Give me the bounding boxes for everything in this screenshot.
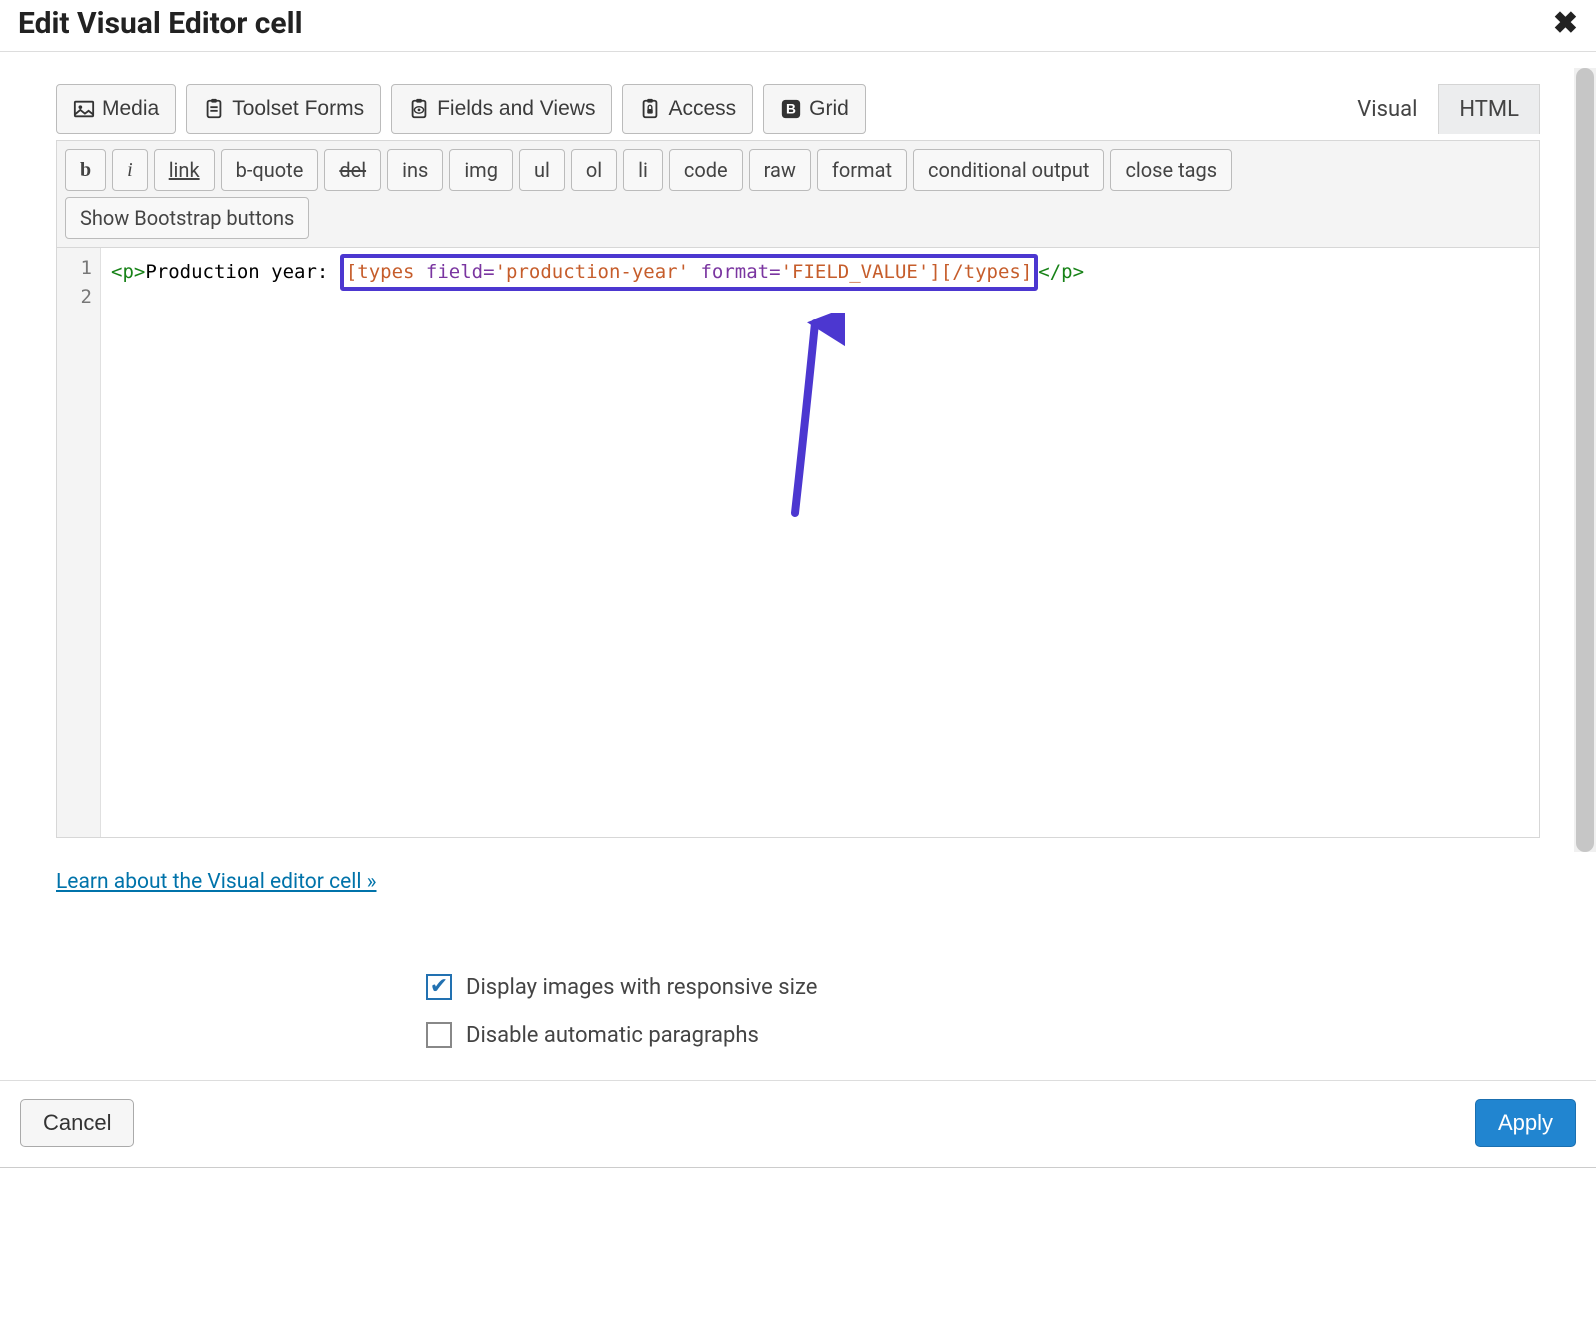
- sc-eq: =: [483, 261, 494, 283]
- svg-text:B: B: [786, 102, 796, 117]
- bootstrap-b-icon: B: [780, 98, 802, 120]
- grid-label: Grid: [809, 96, 849, 121]
- cancel-button[interactable]: Cancel: [20, 1099, 134, 1147]
- option-disable-autop[interactable]: ✔ Disable automatic paragraphs: [426, 1022, 1540, 1048]
- sc-bracket: ]: [929, 261, 940, 283]
- apply-button[interactable]: Apply: [1475, 1099, 1576, 1147]
- code-textarea[interactable]: <p>Production year: [types field='produc…: [101, 248, 1539, 837]
- image-icon: [73, 98, 95, 120]
- toolset-forms-label: Toolset Forms: [232, 96, 364, 121]
- option-responsive-images[interactable]: ✔ Display images with responsive size: [426, 974, 1540, 1000]
- options-group: ✔ Display images with responsive size ✔ …: [426, 974, 1540, 1048]
- modal-title: Edit Visual Editor cell: [18, 6, 303, 41]
- option-label: Disable automatic paragraphs: [466, 1023, 759, 1048]
- show-bootstrap-buttons-button[interactable]: Show Bootstrap buttons: [65, 197, 309, 239]
- conditional-output-button[interactable]: conditional output: [913, 149, 1104, 191]
- line-number: 2: [57, 283, 92, 312]
- checkbox-unchecked-icon[interactable]: ✔: [426, 1022, 452, 1048]
- bquote-button[interactable]: b-quote: [221, 149, 319, 191]
- tag-close-p: </p>: [1038, 261, 1084, 283]
- tag-open-p: <p>: [111, 261, 145, 283]
- code-text: Production year:: [145, 261, 339, 283]
- ol-button[interactable]: ol: [571, 149, 617, 191]
- fields-views-button[interactable]: Fields and Views: [391, 84, 612, 134]
- img-button[interactable]: img: [449, 149, 513, 191]
- sc-bracket: [/: [941, 261, 964, 283]
- code-button[interactable]: code: [669, 149, 743, 191]
- option-label: Display images with responsive size: [466, 975, 817, 1000]
- code-editor: 1 2 <p>Production year: [types field='pr…: [56, 248, 1540, 838]
- highlight-annotation: [types field='production-year' format='F…: [340, 254, 1039, 291]
- media-button[interactable]: Media: [56, 84, 176, 134]
- sc-name: types: [357, 261, 414, 283]
- toolbar-primary: Media Toolset Forms: [56, 84, 1540, 134]
- toolset-forms-button[interactable]: Toolset Forms: [186, 84, 381, 134]
- sc-attr-name: field: [426, 261, 483, 283]
- editor-mode-tabs: Visual HTML: [1336, 84, 1540, 134]
- del-button[interactable]: del: [324, 149, 381, 191]
- sc-bracket: ]: [1021, 261, 1032, 283]
- link-button[interactable]: link: [154, 149, 215, 191]
- close-icon[interactable]: ✖: [1553, 9, 1578, 39]
- close-tags-button[interactable]: close tags: [1110, 149, 1232, 191]
- tab-html[interactable]: HTML: [1438, 84, 1540, 134]
- arrow-annotation: [661, 284, 845, 562]
- toolbar-secondary: b i link b-quote del ins img ul ol li co…: [56, 140, 1540, 248]
- format-button[interactable]: format: [817, 149, 907, 191]
- sc-attr-val: 'FIELD_VALUE': [781, 261, 930, 283]
- li-button[interactable]: li: [623, 149, 663, 191]
- ul-button[interactable]: ul: [519, 149, 565, 191]
- access-button[interactable]: Access: [622, 84, 753, 134]
- sc-space: [414, 261, 425, 283]
- raw-button[interactable]: raw: [749, 149, 811, 191]
- line-gutter: 1 2: [57, 248, 101, 837]
- learn-more-link[interactable]: Learn about the Visual editor cell »: [56, 870, 377, 894]
- clipboard-icon: [203, 98, 225, 120]
- access-label: Access: [668, 96, 736, 121]
- sc-attr-name: format: [700, 261, 769, 283]
- lock-clipboard-icon: [639, 98, 661, 120]
- grid-button[interactable]: B Grid: [763, 84, 866, 134]
- checkbox-checked-icon[interactable]: ✔: [426, 974, 452, 1000]
- sc-space: [689, 261, 700, 283]
- sc-name: types: [964, 261, 1021, 283]
- tab-visual[interactable]: Visual: [1336, 84, 1438, 134]
- fields-views-label: Fields and Views: [437, 96, 595, 121]
- italic-button[interactable]: i: [112, 149, 148, 191]
- sc-attr-val: 'production-year': [495, 261, 689, 283]
- sc-eq: =: [769, 261, 780, 283]
- line-number: 1: [57, 254, 92, 283]
- ins-button[interactable]: ins: [387, 149, 443, 191]
- bold-button[interactable]: b: [65, 149, 106, 191]
- sc-bracket: [: [346, 261, 357, 283]
- eye-clipboard-icon: [408, 98, 430, 120]
- media-label: Media: [102, 96, 159, 121]
